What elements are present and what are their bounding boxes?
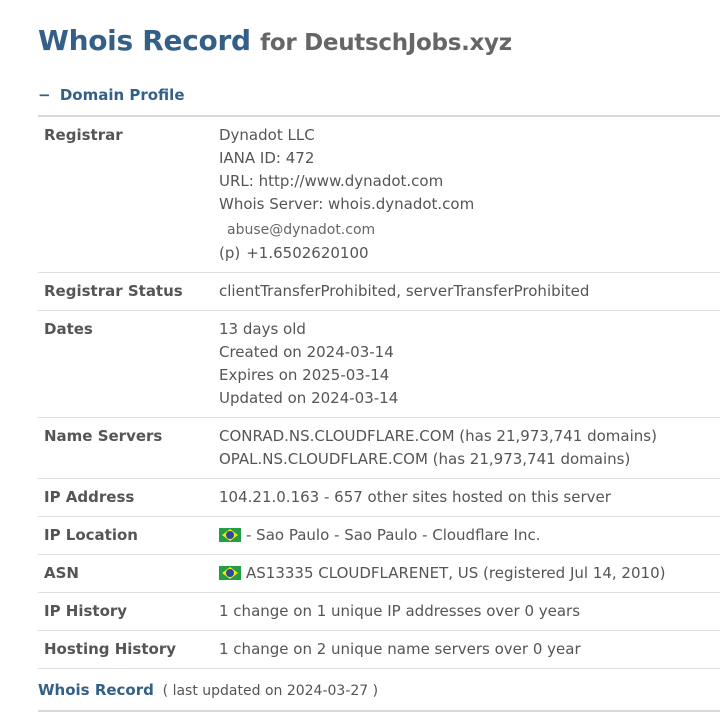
registrar-url: URL: http://www.dynadot.com [219, 172, 444, 190]
dates-value: 13 days old Created on 2024-03-14 Expire… [207, 310, 720, 418]
registrar-label: Registrar [38, 117, 207, 273]
table-row: IP History 1 change on 1 unique IP addre… [38, 592, 720, 631]
ip-location-value: - Sao Paulo - Sao Paulo - Cloudflare Inc… [207, 516, 720, 555]
registrar-status-value: clientTransferProhibited, serverTransfer… [207, 272, 720, 311]
registrar-iana: IANA ID: 472 [219, 149, 315, 167]
registrar-value: Dynadot LLC IANA ID: 472 URL: http://www… [207, 117, 720, 273]
ip-location-label: IP Location [38, 516, 207, 555]
table-row: Dates 13 days old Created on 2024-03-14 … [38, 310, 720, 418]
ip-address-value: 104.21.0.163 - 657 other sites hosted on… [207, 478, 720, 517]
page-title: Whois Record for DeutschJobs.xyz [38, 24, 512, 57]
domain-profile-title: Domain Profile [59, 86, 185, 104]
hosting-history-label: Hosting History [38, 630, 207, 669]
asn-value: AS13335 CLOUDFLARENET, US (registered Ju… [207, 554, 720, 593]
registrar-whois-server: Whois Server: whois.dynadot.com [219, 195, 475, 213]
registrar-email: abuse@dynadot.com [227, 222, 376, 238]
updated-date: Updated on 2024-03-14 [219, 389, 399, 407]
name-server-1: CONRAD.NS.CLOUDFLARE.COM (has 21,973,741… [219, 427, 657, 445]
page-title-main: Whois Record [38, 24, 251, 57]
phone-prefix: (p) [219, 244, 241, 262]
ip-history-label: IP History [38, 592, 207, 631]
registrar-status-label: Registrar Status [38, 272, 207, 311]
name-servers-value: CONRAD.NS.CLOUDFLARE.COM (has 21,973,741… [207, 417, 720, 479]
dates-label: Dates [38, 310, 207, 418]
whois-record-heading[interactable]: Whois Record ( last updated on 2024-03-2… [38, 681, 378, 699]
ip-history-value[interactable]: 1 change on 1 unique IP addresses over 0… [207, 592, 720, 631]
table-row: Registrar Dynadot LLC IANA ID: 472 URL: … [38, 117, 720, 273]
whois-record-title: Whois Record [38, 681, 154, 699]
phone-number: +1.6502620100 [246, 244, 369, 262]
brazil-flag-icon [219, 566, 241, 580]
expires-date: Expires on 2025-03-14 [219, 366, 390, 384]
registrar-name: Dynadot LLC [219, 126, 315, 144]
whois-record-updated: ( last updated on 2024-03-27 ) [162, 683, 379, 699]
domain-profile-toggle[interactable]: − Domain Profile [38, 86, 185, 104]
name-servers-label: Name Servers [38, 417, 207, 479]
domain-age: 13 days old [219, 320, 306, 338]
table-row: Registrar Status clientTransferProhibite… [38, 272, 720, 311]
brazil-flag-icon [219, 528, 241, 542]
name-server-2: OPAL.NS.CLOUDFLARE.COM (has 21,973,741 d… [219, 450, 631, 468]
registrar-phone: (p) +1.6502620100 [219, 242, 714, 265]
table-row: IP Location - Sao Paulo - Sao Paulo - Cl… [38, 516, 720, 555]
table-row: Name Servers CONRAD.NS.CLOUDFLARE.COM (h… [38, 417, 720, 479]
minus-icon: − [38, 86, 51, 104]
asn-label: ASN [38, 554, 207, 593]
asn-text: AS13335 CLOUDFLARENET, US (registered Ju… [246, 564, 666, 582]
table-row: IP Address 104.21.0.163 - 657 other site… [38, 478, 720, 517]
table-row: Hosting History 1 change on 2 unique nam… [38, 630, 720, 669]
table-row: ASN AS13335 CLOUDFLARENET, US (registere… [38, 554, 720, 593]
created-date: Created on 2024-03-14 [219, 343, 394, 361]
ip-address-label: IP Address [38, 478, 207, 517]
page-title-domain: for DeutschJobs.xyz [260, 30, 512, 56]
ip-location-text: - Sao Paulo - Sao Paulo - Cloudflare Inc… [246, 526, 541, 544]
hosting-history-value[interactable]: 1 change on 2 unique name servers over 0… [207, 630, 720, 669]
domain-profile-table: Registrar Dynadot LLC IANA ID: 472 URL: … [38, 117, 720, 669]
